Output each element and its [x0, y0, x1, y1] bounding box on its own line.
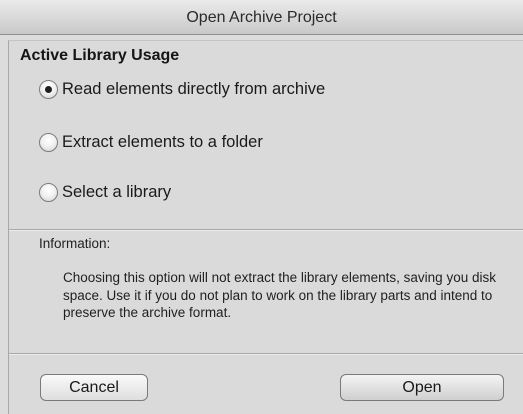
- information-text: Choosing this option will not extract th…: [63, 270, 496, 320]
- radio-label: Read elements directly from archive: [62, 80, 326, 98]
- open-archive-project-dialog: Open Archive Project Active Library Usag…: [0, 0, 523, 414]
- radio-button-selected-icon[interactable]: [39, 80, 58, 99]
- radio-label: Extract elements to a folder: [62, 133, 263, 151]
- radio-select-library[interactable]: Select a library: [39, 183, 171, 202]
- radio-button-icon[interactable]: [39, 133, 58, 152]
- radio-button-icon[interactable]: [39, 183, 58, 202]
- radio-read-from-archive[interactable]: Read elements directly from archive: [39, 80, 325, 99]
- divider: [9, 353, 523, 355]
- dialog-content: Active Library Usage Read elements direc…: [8, 40, 523, 414]
- information-label: Information:: [39, 236, 111, 251]
- radio-label: Select a library: [62, 183, 172, 201]
- divider: [9, 229, 523, 231]
- section-title: Active Library Usage: [20, 47, 180, 64]
- open-button[interactable]: Open: [340, 374, 504, 401]
- window-title: Open Archive Project: [0, 0, 523, 35]
- cancel-button[interactable]: Cancel: [40, 374, 148, 401]
- radio-extract-to-folder[interactable]: Extract elements to a folder: [39, 133, 263, 152]
